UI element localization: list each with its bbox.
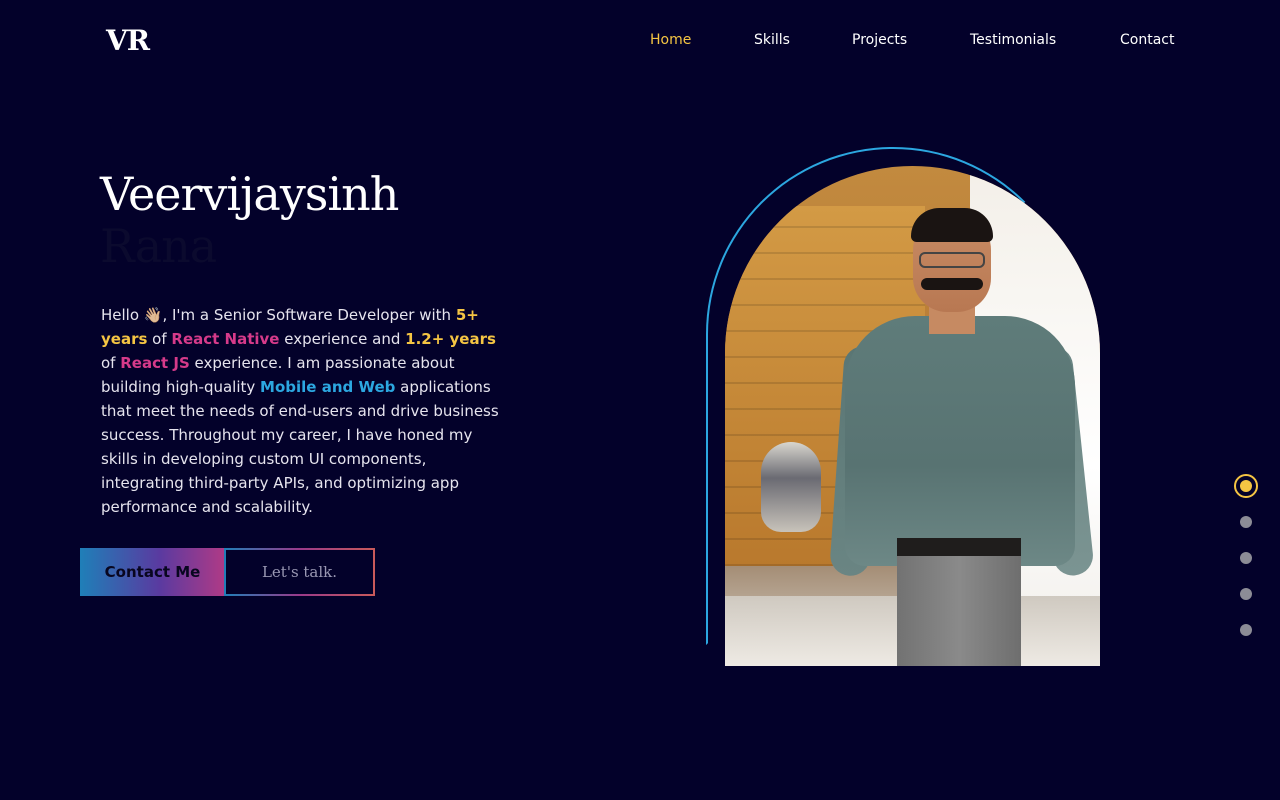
- nav-item-projects[interactable]: Projects: [852, 32, 907, 48]
- photo-person-mustache: [921, 278, 983, 290]
- photo-person-shirt: [845, 316, 1075, 566]
- photo-person-glasses: [919, 252, 985, 268]
- pagination-dot-1[interactable]: [1234, 474, 1258, 498]
- nav-item-testimonials[interactable]: Testimonials: [970, 32, 1056, 48]
- section-pagination: [1234, 474, 1258, 644]
- pagination-dot-2[interactable]: [1240, 516, 1252, 528]
- bio-highlight-mobile-web: Mobile and Web: [260, 378, 396, 396]
- bio-text: Hello 👋🏼, I'm a Senior Software Develope…: [101, 306, 456, 324]
- pagination-dot-5[interactable]: [1240, 624, 1252, 636]
- bio-highlight-react-js: React JS: [120, 354, 190, 372]
- lets-talk-button[interactable]: Let's talk.: [224, 548, 375, 596]
- portrait-photo: [725, 166, 1100, 666]
- bio-text: applications that meet the needs of end-…: [101, 378, 499, 516]
- pagination-dot-4[interactable]: [1240, 588, 1252, 600]
- pagination-dot-3[interactable]: [1240, 552, 1252, 564]
- nav-item-home[interactable]: Home: [650, 32, 691, 48]
- bio-text: of: [147, 330, 172, 348]
- contact-me-button[interactable]: Contact Me: [80, 548, 225, 596]
- nav-item-contact[interactable]: Contact: [1120, 32, 1174, 48]
- hero-bio: Hello 👋🏼, I'm a Senior Software Develope…: [101, 303, 501, 519]
- page: VR Home Skills Projects Testimonials Con…: [0, 0, 1280, 800]
- bio-highlight-experience-rj: 1.2+ years: [405, 330, 496, 348]
- bio-text: of: [101, 354, 121, 372]
- bio-text: experience and: [279, 330, 406, 348]
- hero-surname: Rana: [100, 219, 217, 273]
- photo-person-pants: [897, 554, 1021, 666]
- photo-person-belt: [897, 538, 1021, 556]
- nav-item-skills[interactable]: Skills: [754, 32, 790, 48]
- photo-pot: [761, 442, 821, 532]
- hero-name: Veervijaysinh: [100, 167, 399, 221]
- photo-person-hair: [911, 208, 993, 242]
- main-nav: Home Skills Projects Testimonials Contac…: [0, 32, 1280, 52]
- bio-highlight-react-native: React Native: [171, 330, 280, 348]
